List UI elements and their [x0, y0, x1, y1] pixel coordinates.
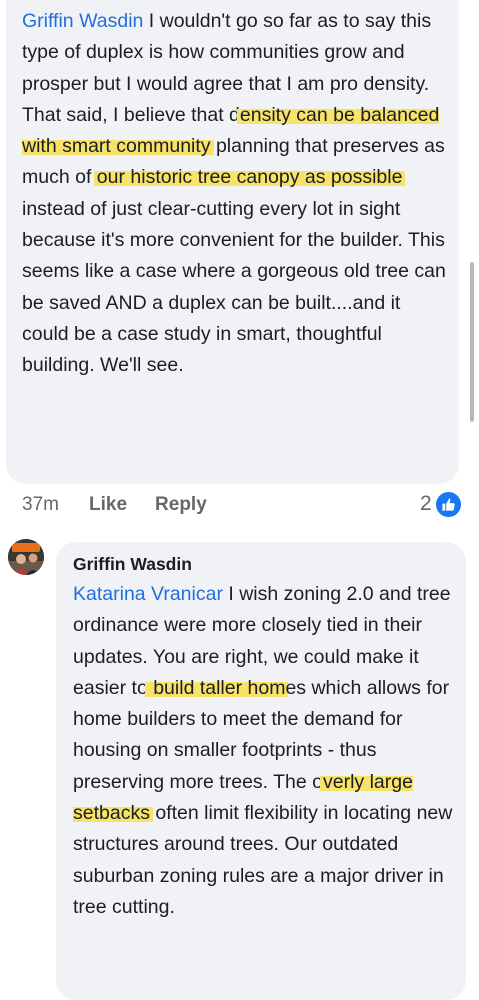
mention-link[interactable]: Katarina Vranicar — [73, 583, 223, 605]
like-button[interactable]: Like — [89, 494, 127, 516]
comment-bubble: Griffin Wasdin I wouldn't go so far as t… — [6, 0, 459, 484]
comment-text-segment: instead of just clear-cutting every lot … — [22, 197, 446, 377]
comment-timestamp[interactable]: 37m — [22, 494, 89, 516]
reaction-count: 2 — [420, 492, 432, 515]
comment-text: Griffin Wasdin I wouldn't go so far as t… — [22, 6, 452, 382]
reply-bubble: Griffin Wasdin Katarina Vranicar I wish … — [56, 542, 466, 1000]
author-link[interactable]: Griffin Wasdin — [22, 10, 143, 32]
highlighted-text: build taller hom — [144, 676, 289, 699]
reaction-summary[interactable]: 2 — [420, 488, 463, 520]
scrollbar[interactable] — [470, 262, 474, 422]
thumbs-up-icon — [433, 489, 463, 519]
reply-text: Katarina Vranicar I wish zoning 2.0 and … — [73, 579, 461, 923]
comment-actions: 37m Like Reply — [22, 490, 467, 520]
reply-author[interactable]: Griffin Wasdin — [73, 554, 192, 575]
avatar[interactable] — [8, 539, 44, 575]
highlighted-text: our historic tree canopy as possible — [93, 166, 406, 189]
reply-button[interactable]: Reply — [155, 494, 207, 516]
highlighted-text: ensity can be — [236, 103, 358, 126]
